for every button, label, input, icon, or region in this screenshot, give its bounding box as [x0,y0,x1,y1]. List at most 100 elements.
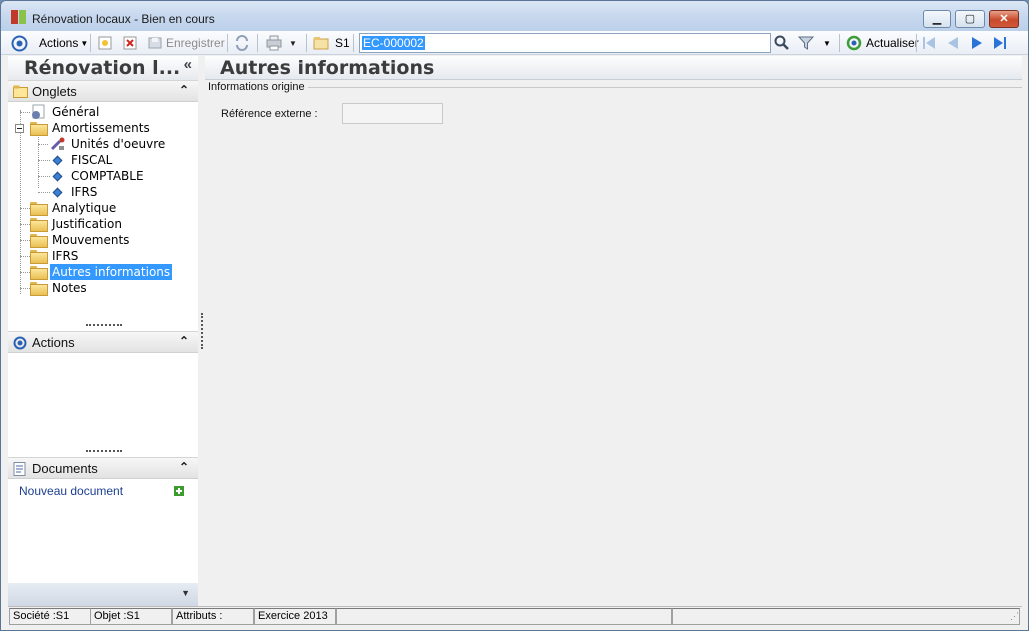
left-panel-title: Rénovation l... [8,56,198,80]
left-panel: Rénovation l... « Onglets ⌃ Général Amor… [8,56,198,606]
title-bar[interactable]: Rénovation locaux - Bien en cours ▁ ▢ ✕ [1,1,1028,31]
tools-icon [50,137,65,151]
filter-icon [798,36,814,50]
status-attributes: Attributs : [172,608,254,625]
print-button[interactable]: ▼ [265,34,297,52]
last-record-button[interactable] [992,34,1008,52]
tree-item-unites-oeuvre[interactable]: Unités d'oeuvre [8,136,198,152]
search-button[interactable] [774,34,790,52]
tree-item-justification[interactable]: Justification [8,216,198,232]
documents-section-header[interactable]: Documents ⌃ [8,457,198,479]
main-content: Informations origine Référence externe : [205,81,1022,605]
group-title: Informations origine [208,81,308,93]
chevron-down-icon: ▼ [823,38,831,48]
add-document-icon[interactable] [174,485,184,499]
tree-item-comptable[interactable]: COMPTABLE [8,168,198,184]
filter-button[interactable]: ▼ [798,34,831,52]
tree-item-label: IFRS [71,185,98,199]
resize-grip-icon[interactable]: ⋰ [1010,611,1019,622]
page-title: Autres informations [220,57,435,79]
tree-item-general[interactable]: Général [8,104,198,120]
chevron-up-icon[interactable]: ⌃ [179,334,189,348]
actions-section-header[interactable]: Actions ⌃ [8,331,198,353]
actions-menu-button[interactable]: Actions ▼ [39,34,88,52]
tree-item-label: Mouvements [52,233,130,247]
chevron-up-icon[interactable]: ⌃ [179,83,189,97]
sync-icon [236,35,248,51]
folder-icon [30,202,48,216]
open-folder-icon [30,266,48,280]
save-icon [148,37,162,49]
chevron-down-icon: ▼ [80,38,89,48]
tree-item-ifrs[interactable]: IFRS [8,248,198,264]
previous-record-icon [948,37,958,49]
folder-icon [30,218,48,232]
refresh-icon [846,35,862,51]
first-record-button[interactable] [921,34,937,52]
record-search-input[interactable]: EC-000002 [359,33,771,53]
tree-item-autres-informations[interactable]: Autres informations [8,264,198,280]
tree-item-label: FISCAL [71,153,113,167]
tree-item-fiscal[interactable]: FISCAL [8,152,198,168]
toolbar-separator [227,34,228,52]
next-record-button[interactable] [969,34,985,52]
splitter-grip[interactable] [86,450,122,453]
actions-circle-icon[interactable] [11,34,28,52]
tree-item-label: COMPTABLE [71,169,144,183]
app-icon [11,9,27,25]
tree-item-label: Général [52,105,100,119]
tree-item-label: Analytique [52,201,117,215]
window-title: Rénovation locaux - Bien en cours [32,12,215,26]
new-button[interactable] [98,34,112,52]
search-icon [774,35,789,50]
folder-icon [30,122,48,136]
toolbar-separator [257,34,258,52]
refresh-label: Actualiser [866,36,919,50]
tree-item-amortissements[interactable]: Amortissements [8,120,198,136]
toolbar-separator [90,34,91,52]
folder-icon [30,250,48,264]
folder-icon [30,234,48,248]
splitter-grip[interactable] [86,324,122,327]
tree-item-label: IFRS [52,249,79,263]
onglets-section-label: Onglets [32,84,77,99]
external-reference-input[interactable] [342,103,443,124]
group-divider [300,87,1022,88]
toolbar-separator [306,34,307,52]
diamond-icon [52,171,63,182]
chevron-up-icon[interactable]: ⌃ [179,460,189,474]
company-label: S1 [335,36,350,50]
delete-button[interactable] [123,34,137,52]
toolbar: Actions ▼ Enregistrer ▼ S1 EC-000002 ▼ A… [1,31,1028,55]
refresh-button[interactable]: Actualiser [846,34,919,52]
new-document-link[interactable]: Nouveau document [19,484,123,498]
gear-page-icon [32,104,45,119]
tree-item-analytique[interactable]: Analytique [8,200,198,216]
folder-icon [13,85,28,101]
left-panel-footer[interactable]: ▼ [8,583,198,606]
minimize-button[interactable]: ▁ [923,10,951,28]
tree-item-ifrs-sub[interactable]: IFRS [8,184,198,200]
document-icon [13,462,26,479]
actions-menu-label: Actions [39,36,79,50]
next-record-icon [972,37,982,49]
previous-record-button[interactable] [945,34,961,52]
sync-button[interactable] [234,34,250,52]
save-button[interactable]: Enregistrer [148,34,225,52]
tree-item-label: Notes [52,281,87,295]
company-button[interactable]: S1 [313,34,350,52]
maximize-button[interactable]: ▢ [955,10,985,28]
delete-icon [123,36,137,50]
folder-icon [30,282,48,296]
collapse-panel-icon[interactable]: « [184,56,192,73]
tree-item-notes[interactable]: Notes [8,280,198,296]
expand-minus-icon[interactable] [15,124,24,133]
tree-item-label-selected: Autres informations [50,264,173,280]
chevron-down-icon[interactable]: ▼ [181,588,190,598]
vertical-splitter-grip[interactable] [201,313,203,349]
close-button[interactable]: ✕ [989,10,1019,28]
onglets-section-header[interactable]: Onglets ⌃ [8,80,198,102]
tree-item-mouvements[interactable]: Mouvements [8,232,198,248]
last-record-icon [994,37,1006,49]
main-header: Autres informations [205,56,1022,80]
